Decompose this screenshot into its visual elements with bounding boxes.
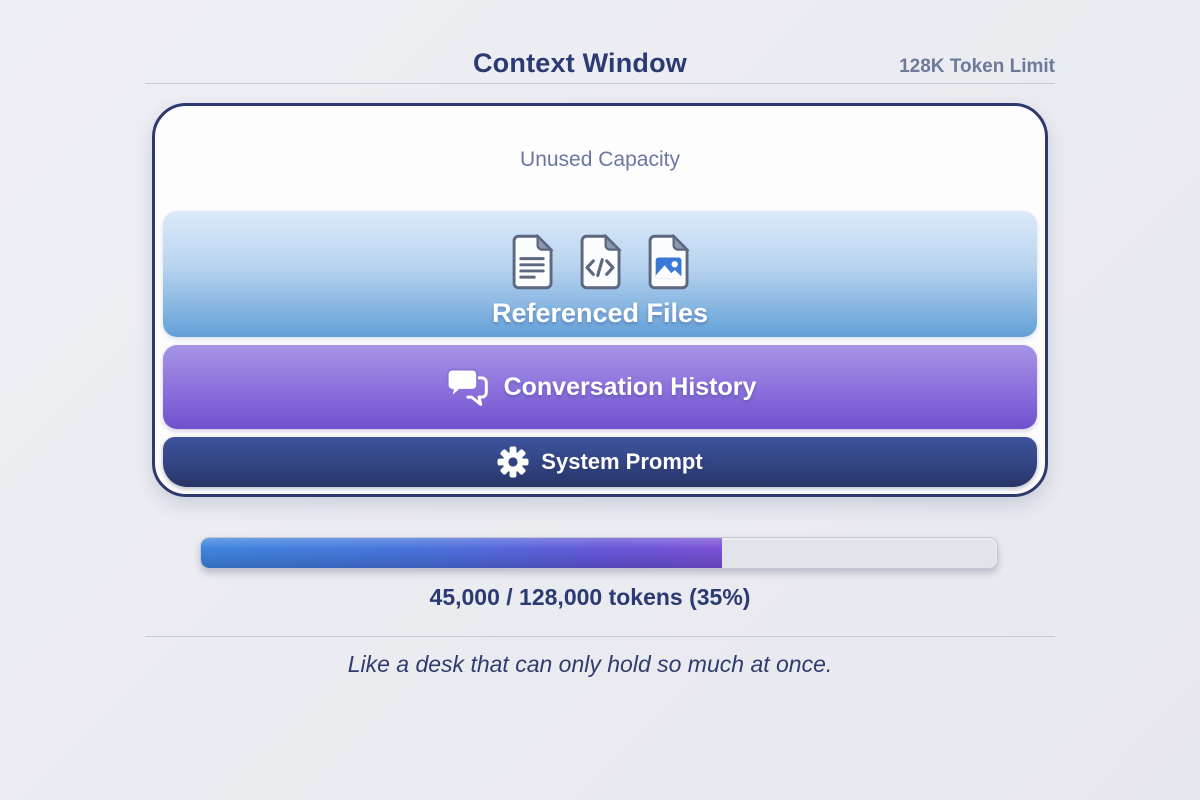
token-usage-bar: [200, 537, 998, 569]
section-referenced-files: Referenced Files: [163, 211, 1037, 337]
analogy-quote: Like a desk that can only hold so much a…: [0, 651, 1180, 678]
context-window-box: Unused Capacity: [152, 103, 1048, 497]
section-system-prompt: System Prompt: [163, 437, 1037, 487]
code-file-icon: [577, 234, 623, 290]
footer-divider: [145, 636, 1055, 637]
context-window-infographic: Context Window 128K Token Limit Unused C…: [0, 0, 1200, 800]
section-conversation-history: Conversation History: [163, 345, 1037, 429]
token-usage-text: 45,000 / 128,000 tokens (35%): [0, 584, 1180, 611]
unused-capacity-label: Unused Capacity: [155, 148, 1045, 172]
chat-bubbles-icon: [444, 366, 490, 408]
referenced-files-label: Referenced Files: [492, 298, 708, 329]
document-icon: [509, 234, 555, 290]
conversation-history-label: Conversation History: [504, 373, 757, 402]
file-icons-row: [509, 234, 691, 290]
header-divider: [145, 83, 1055, 84]
token-limit-label: 128K Token Limit: [899, 56, 1055, 78]
usage-bar-fill: [201, 538, 722, 568]
image-file-icon: [645, 234, 691, 290]
system-prompt-label: System Prompt: [541, 449, 702, 475]
gear-icon: [497, 446, 529, 478]
